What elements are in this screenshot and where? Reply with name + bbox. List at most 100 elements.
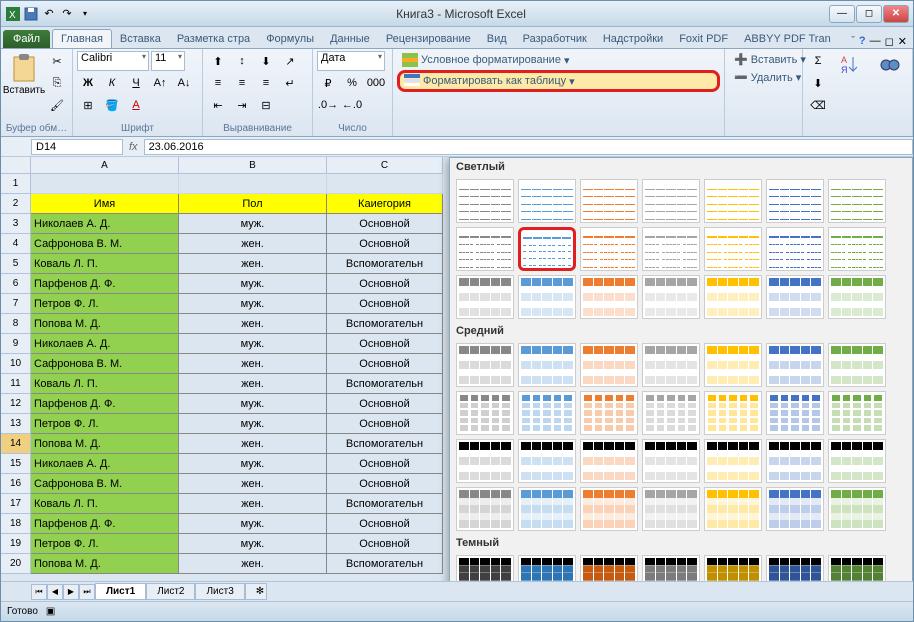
row-header[interactable]: 10 (1, 354, 31, 374)
table-style-thumb[interactable] (456, 227, 514, 271)
prev-sheet-button[interactable]: ◀ (47, 584, 63, 600)
table-style-thumb[interactable] (580, 487, 638, 531)
data-cell[interactable]: муж. (179, 274, 327, 294)
row-header[interactable]: 16 (1, 474, 31, 494)
increase-decimal-button[interactable]: .0→ (317, 95, 339, 115)
data-cell[interactable]: муж. (179, 334, 327, 354)
undo-icon[interactable]: ↶ (41, 6, 57, 22)
maximize-button[interactable]: ◻ (856, 5, 882, 23)
data-cell[interactable]: Основной (327, 514, 443, 534)
data-cell[interactable]: Сафронова В. М. (31, 474, 179, 494)
comma-button[interactable]: 000 (365, 73, 387, 93)
next-sheet-button[interactable]: ▶ (63, 584, 79, 600)
table-style-thumb[interactable] (828, 179, 886, 223)
data-cell[interactable]: жен. (179, 374, 327, 394)
table-style-thumb[interactable] (642, 391, 700, 435)
decrease-indent-button[interactable]: ⇤ (207, 95, 229, 115)
minimize-button[interactable]: — (829, 5, 855, 23)
empty-cell[interactable] (31, 174, 179, 194)
data-cell[interactable]: Коваль Л. П. (31, 254, 179, 274)
data-cell[interactable]: Парфенов Д. Ф. (31, 274, 179, 294)
table-style-thumb[interactable] (518, 439, 576, 483)
data-cell[interactable]: Петров Ф. Л. (31, 414, 179, 434)
wrap-text-button[interactable]: ↵ (279, 73, 301, 93)
align-left-button[interactable]: ≡ (207, 73, 229, 93)
data-cell[interactable]: муж. (179, 294, 327, 314)
align-top-button[interactable]: ⬆ (207, 51, 229, 71)
data-cell[interactable]: Вспомогательн (327, 494, 443, 514)
header-cell[interactable]: Пол (179, 194, 327, 214)
data-cell[interactable]: Коваль Л. П. (31, 374, 179, 394)
row-header[interactable]: 1 (1, 174, 31, 194)
table-style-thumb[interactable] (518, 487, 576, 531)
tab-developer[interactable]: Разработчик (515, 30, 595, 48)
close-button[interactable]: ✕ (883, 5, 909, 23)
tab-data[interactable]: Данные (322, 30, 378, 48)
italic-button[interactable]: К (101, 73, 123, 93)
macro-record-icon[interactable]: ▣ (46, 606, 55, 617)
data-cell[interactable]: муж. (179, 454, 327, 474)
col-header-B[interactable]: B (179, 157, 327, 174)
data-cell[interactable]: муж. (179, 414, 327, 434)
table-style-thumb[interactable] (642, 343, 700, 387)
data-cell[interactable]: Основной (327, 394, 443, 414)
doc-close-icon[interactable]: ✕ (898, 35, 907, 48)
table-style-thumb[interactable] (642, 179, 700, 223)
data-cell[interactable]: Николаев А. Д. (31, 214, 179, 234)
copy-button[interactable]: ⎘ (46, 73, 68, 93)
merge-button[interactable]: ⊟ (255, 95, 277, 115)
data-cell[interactable]: муж. (179, 514, 327, 534)
tab-file[interactable]: Файл (3, 30, 50, 48)
data-cell[interactable]: Попова М. Д. (31, 314, 179, 334)
data-cell[interactable]: Вспомогательн (327, 314, 443, 334)
currency-button[interactable]: ₽ (317, 73, 339, 93)
table-style-thumb[interactable] (580, 179, 638, 223)
table-style-thumb[interactable] (828, 227, 886, 271)
table-style-thumb[interactable] (766, 275, 824, 319)
data-cell[interactable]: Основной (327, 334, 443, 354)
data-cell[interactable]: Коваль Л. П. (31, 494, 179, 514)
data-cell[interactable]: Основной (327, 234, 443, 254)
row-header[interactable]: 14 (1, 434, 31, 454)
sort-filter-button[interactable]: АЯ (832, 51, 869, 134)
table-style-thumb[interactable] (518, 227, 576, 271)
data-cell[interactable]: жен. (179, 474, 327, 494)
find-button[interactable] (872, 51, 909, 134)
font-size-combo[interactable]: 11 (151, 51, 185, 71)
row-header[interactable]: 5 (1, 254, 31, 274)
header-cell[interactable]: Имя (31, 194, 179, 214)
align-center-button[interactable]: ≡ (231, 73, 253, 93)
data-cell[interactable]: Основной (327, 534, 443, 554)
table-style-thumb[interactable] (456, 487, 514, 531)
data-cell[interactable]: Основной (327, 414, 443, 434)
format-painter-button[interactable]: 🖌 (46, 95, 68, 115)
conditional-formatting-button[interactable]: Условное форматирование ▾ (397, 51, 720, 69)
data-cell[interactable]: муж. (179, 534, 327, 554)
tab-view[interactable]: Вид (479, 30, 515, 48)
table-style-thumb[interactable] (642, 555, 700, 581)
table-style-thumb[interactable] (828, 343, 886, 387)
table-style-thumb[interactable] (704, 179, 762, 223)
table-style-thumb[interactable] (704, 439, 762, 483)
number-format-combo[interactable]: Дата (317, 51, 385, 71)
table-style-thumb[interactable] (704, 391, 762, 435)
row-header[interactable]: 15 (1, 454, 31, 474)
data-cell[interactable]: Парфенов Д. Ф. (31, 394, 179, 414)
table-style-thumb[interactable] (766, 391, 824, 435)
empty-cell[interactable] (179, 174, 327, 194)
data-cell[interactable]: жен. (179, 554, 327, 574)
data-cell[interactable]: жен. (179, 314, 327, 334)
increase-indent-button[interactable]: ⇥ (231, 95, 253, 115)
tab-layout[interactable]: Разметка стра (169, 30, 258, 48)
data-cell[interactable]: Николаев А. Д. (31, 454, 179, 474)
minimize-ribbon-icon[interactable]: ˇ (851, 35, 855, 48)
format-as-table-button[interactable]: Форматировать как таблицу ▾ (397, 70, 720, 92)
table-style-thumb[interactable] (580, 391, 638, 435)
shrink-font-button[interactable]: A↓ (173, 73, 195, 93)
tab-addins[interactable]: Надстройки (595, 30, 671, 48)
tab-insert[interactable]: Вставка (112, 30, 169, 48)
data-cell[interactable]: Вспомогательн (327, 554, 443, 574)
table-style-thumb[interactable] (580, 275, 638, 319)
table-style-thumb[interactable] (518, 275, 576, 319)
table-style-thumb[interactable] (766, 179, 824, 223)
